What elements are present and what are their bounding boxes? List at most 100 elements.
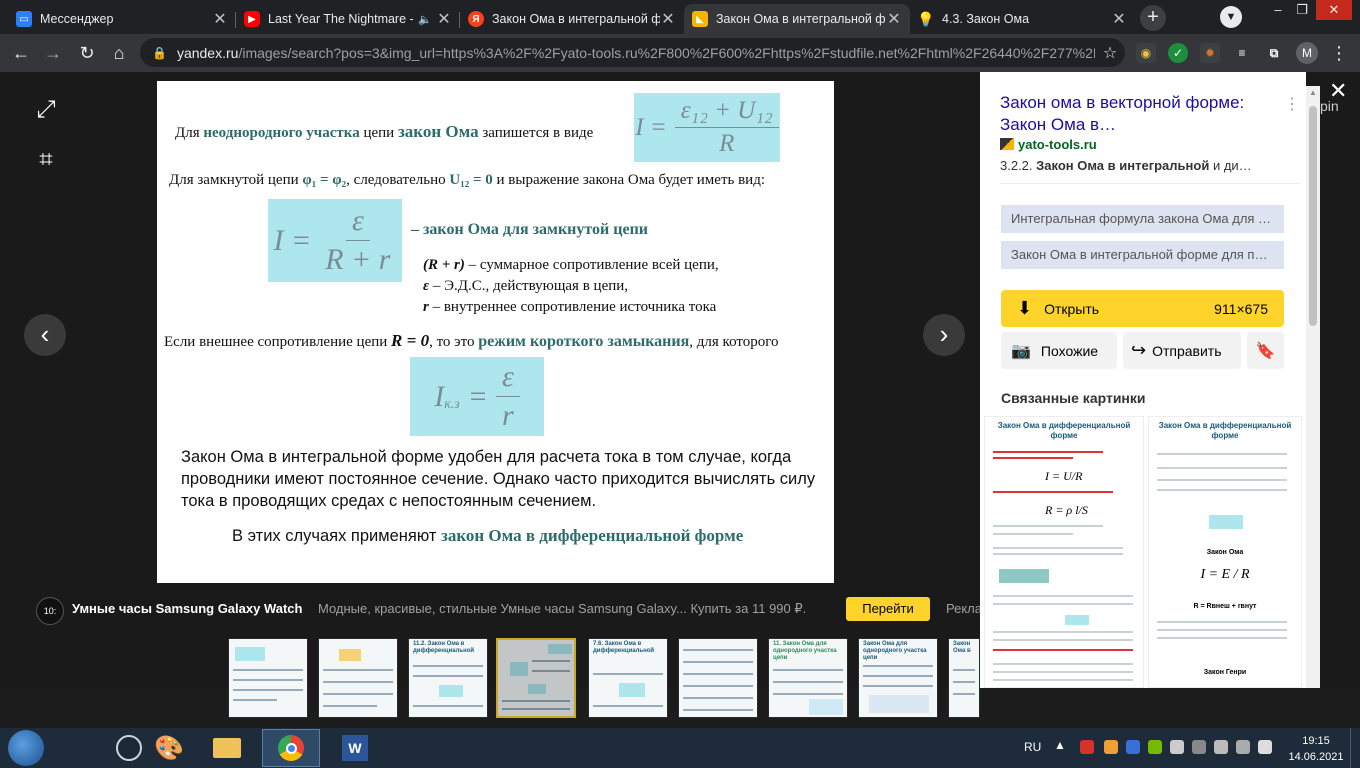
profile-avatar[interactable]: M <box>1296 42 1318 64</box>
lock-icon[interactable]: 🔒 <box>152 46 167 60</box>
thumbnail-selected[interactable] <box>496 638 576 718</box>
download-icon: ⬇ <box>1017 298 1033 318</box>
thumbnail[interactable]: 7.6. Закон Ома в дифференциальной <box>588 638 668 718</box>
site-favicon-icon <box>1000 138 1014 150</box>
related-image[interactable]: Закон Ома в дифференциальной форме Закон… <box>1148 416 1302 688</box>
tab-yandex[interactable]: Я Закон Ома в интегральной ф ✕ <box>460 4 684 34</box>
result-description: 3.2.2. Закон Ома в интегральной и ди… <box>1000 158 1252 173</box>
crop-icon[interactable]: ⌗ <box>32 146 60 174</box>
media-control-icon[interactable]: ≡ <box>1232 43 1252 63</box>
ad-description[interactable]: Модные, красивые, стильные Умные часы Sa… <box>318 601 806 617</box>
formula-inhomogeneous: I = ε₁₂ + U₁₂ R <box>634 93 780 162</box>
maximize-button[interactable]: ❐ <box>1290 0 1314 20</box>
tab-title: Мессенджер <box>40 12 114 26</box>
more-options-icon[interactable]: ⋮ <box>1284 94 1300 114</box>
close-icon[interactable]: ✕ <box>660 9 676 29</box>
address-bar[interactable]: 🔒 yandex.ru/images/search?pos=3&img_url=… <box>140 38 1125 67</box>
word-app-icon[interactable]: W <box>326 729 384 767</box>
tab-youtube[interactable]: ▶ Last Year The Nightmare - 🔈 ✕ <box>236 4 460 34</box>
bulb-icon: 💡 <box>917 10 935 27</box>
thumbnail[interactable] <box>318 638 398 718</box>
clock[interactable]: 19:15 14.06.2021 <box>1286 733 1346 765</box>
related-query[interactable]: Закон Ома в интегральной форме для п… <box>1001 241 1284 269</box>
antivirus-tray-icon[interactable] <box>1080 740 1094 754</box>
network-tray-icon[interactable] <box>1236 740 1250 754</box>
forward-icon[interactable]: → <box>40 40 66 66</box>
thumbnail[interactable]: 11.2. Закон Ома в дифференциальной <box>408 638 488 718</box>
home-icon[interactable]: ⌂ <box>106 40 132 66</box>
back-icon[interactable]: ← <box>8 40 34 66</box>
site-link[interactable]: yato-tools.ru <box>1000 137 1097 152</box>
tray-app-icon[interactable] <box>1170 740 1184 754</box>
extension-shield-icon[interactable]: ✓ <box>1168 43 1188 63</box>
language-indicator[interactable]: RU <box>1024 740 1041 754</box>
close-viewer-icon[interactable]: ✕ <box>1329 78 1347 104</box>
tray-app-icon[interactable] <box>1192 740 1206 754</box>
bookmark-button[interactable]: 🔖 <box>1247 332 1284 369</box>
browser-toolbar: ← → ↻ ⌂ 🔒 yandex.ru/images/search?pos=3&… <box>0 34 1360 72</box>
yandex-images-icon: ◣ <box>692 11 708 27</box>
bookmark-star-icon[interactable]: ☆ <box>1095 43 1125 63</box>
volume-tray-icon[interactable] <box>1258 740 1272 754</box>
start-button[interactable] <box>8 730 44 766</box>
reload-icon[interactable]: ↻ <box>74 40 100 66</box>
ad-logo-icon[interactable]: 10: <box>36 597 64 625</box>
show-desktop-button[interactable] <box>1350 728 1360 768</box>
open-label: Открыть <box>1044 300 1100 317</box>
thumbnail[interactable] <box>678 638 758 718</box>
share-button[interactable]: ↪ Отправить <box>1123 332 1241 369</box>
tray-app-icon[interactable] <box>1104 740 1118 754</box>
paint-app-icon[interactable]: 🎨 <box>140 729 198 767</box>
chrome-app-icon[interactable] <box>262 729 320 767</box>
thumbnail[interactable]: 11. Закон Ома для однородного участка це… <box>768 638 848 718</box>
extensions-puzzle-icon[interactable]: ⧉ <box>1264 43 1284 63</box>
youtube-icon: ▶ <box>244 11 260 27</box>
similar-button[interactable]: 📷 Похожие <box>1001 332 1117 369</box>
explorer-app-icon[interactable] <box>198 729 256 767</box>
close-icon[interactable]: ✕ <box>212 9 228 29</box>
slide-line-2: Для замкнутой цепи φ₁ = φ₂, следовательн… <box>169 172 765 188</box>
formula-short-circuit: Iк.з = εr <box>410 357 544 436</box>
flag-tray-icon[interactable] <box>1214 740 1228 754</box>
tab-messenger[interactable]: ▭ Мессенджер ✕ <box>8 4 236 34</box>
related-image[interactable]: Закон Ома в дифференциальной форме I = U… <box>984 416 1144 688</box>
related-query[interactable]: Интегральная формула закона Ома для … <box>1001 205 1284 233</box>
tab-yandex-images[interactable]: ◣ Закон Ома в интегральной ф ✕ <box>684 4 910 34</box>
camera-icon: 📷 <box>1011 342 1031 360</box>
nvidia-tray-icon[interactable] <box>1148 740 1162 754</box>
minimize-button[interactable]: – <box>1266 0 1290 20</box>
tab-ohm-law[interactable]: 💡 4.3. Закон Ома ✕ <box>910 4 1135 34</box>
scroll-up-icon[interactable]: ▲ <box>1309 88 1317 97</box>
ad-go-button[interactable]: Перейти <box>846 597 930 621</box>
extension-ghost-icon[interactable]: ✹ <box>1200 43 1220 63</box>
fullscreen-icon[interactable]: ⤢ <box>32 96 60 124</box>
share-arrow-icon: ↪ <box>1131 340 1147 360</box>
image-size: 911×675 <box>1214 300 1268 317</box>
preview-image[interactable]: Для неоднородного участка цепи закон Ома… <box>157 81 834 583</box>
related-images-heading: Связанные картинки <box>1001 390 1146 406</box>
url-text[interactable]: yandex.ru/images/search?pos=3&img_url=ht… <box>177 45 1095 61</box>
formula-closed-circuit: I = εR + r <box>268 199 402 282</box>
open-button[interactable]: ⬇ Открыть 911×675 <box>1001 290 1284 327</box>
extension-owl-icon[interactable]: ◉ <box>1136 43 1156 63</box>
tray-expand-icon[interactable]: ▲ <box>1054 738 1066 752</box>
window-close-button[interactable]: ✕ <box>1316 0 1352 20</box>
tab-title: 4.3. Закон Ома <box>942 12 1030 26</box>
close-icon[interactable]: ✕ <box>1111 9 1127 29</box>
close-icon[interactable]: ✕ <box>886 9 902 29</box>
thumbnail[interactable] <box>228 638 308 718</box>
speaker-icon[interactable]: 🔈 <box>418 13 432 26</box>
thumbnail[interactable]: Закон Ома для однородного участка цепи <box>858 638 938 718</box>
thumbnail[interactable]: Закон Ома в <box>948 638 980 718</box>
new-tab-button[interactable]: + <box>1140 5 1166 31</box>
scrollbar-thumb[interactable] <box>1309 106 1317 326</box>
slide-paragraph: Закон Ома в интегральной форме удобен дл… <box>181 448 816 510</box>
next-image-button[interactable]: › <box>923 314 965 356</box>
tray-app-icon[interactable] <box>1126 740 1140 754</box>
tab-search-icon[interactable]: ▼ <box>1220 6 1242 28</box>
menu-dots-icon[interactable]: ⋮ <box>1326 40 1352 66</box>
prev-image-button[interactable]: ‹ <box>24 314 66 356</box>
close-icon[interactable]: ✕ <box>436 9 452 29</box>
ad-title[interactable]: Умные часы Samsung Galaxy Watch <box>72 601 302 616</box>
result-title-link[interactable]: Закон ома в векторной форме: Закон Ома в… <box>1000 92 1280 136</box>
